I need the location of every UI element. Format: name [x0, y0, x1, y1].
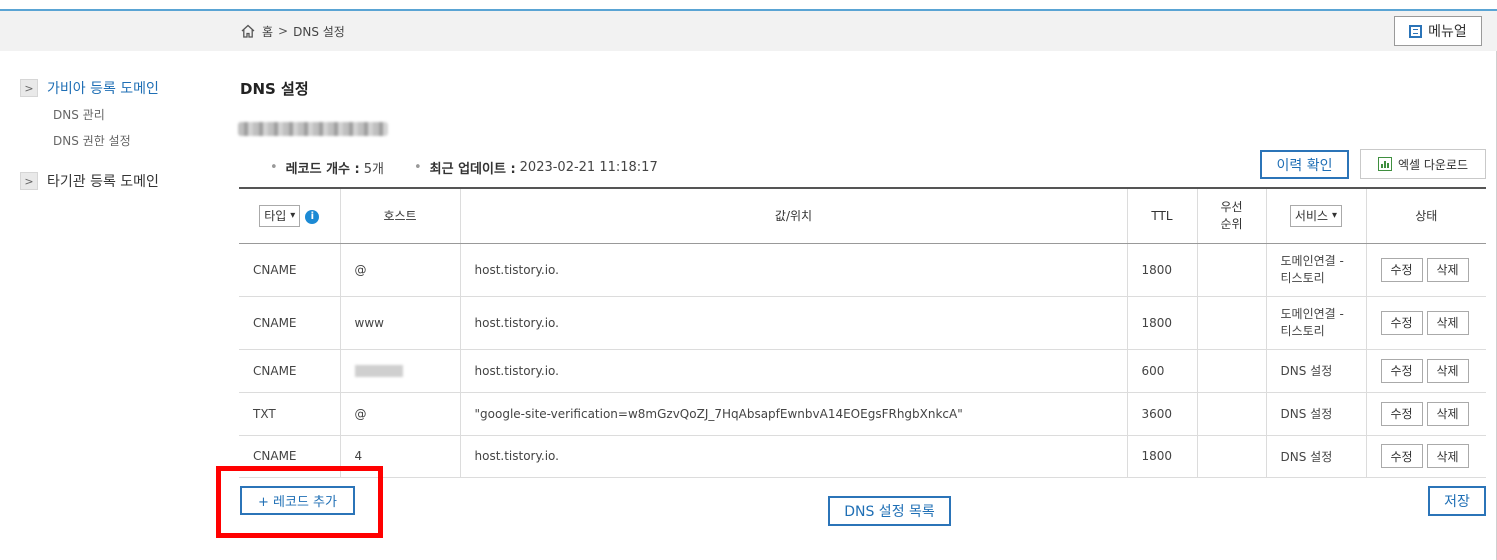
record-host: www — [340, 296, 461, 350]
record-actions: 수정 삭제 — [1366, 392, 1486, 436]
record-ttl: 1800 — [1127, 243, 1198, 297]
last-update-label: 최근 업데이트 : — [429, 162, 516, 177]
dns-records-table: 타입 ▾ i 호스트 값/위치 TTL 우선 순위 서비스 ▾ 상태 CNAME @ h… — [239, 187, 1486, 478]
delete-button[interactable]: 삭제 — [1426, 444, 1469, 468]
record-host: @ — [340, 392, 461, 436]
table-row: CNAME @ host.tistory.io. 1800 도메인연결 - 티스토… — [239, 243, 1486, 297]
record-count-value: 5개 — [363, 162, 384, 177]
breadcrumb-separator: > — [278, 24, 289, 38]
record-value: "google-site-verification=w8mGzvQoZJ_7Hq… — [460, 392, 1128, 436]
sidebar-item-gabia-domain[interactable]: > 가비아 등록 도메인 — [20, 78, 210, 98]
edit-button[interactable]: 수정 — [1380, 310, 1423, 335]
table-row: TXT @ "google-site-verification=w8mGzvQo… — [239, 392, 1486, 436]
sidebar-item-label: 타기관 등록 도메인 — [47, 174, 159, 190]
record-service: 도메인연결 - 티스토리 — [1266, 243, 1367, 297]
delete-button[interactable]: 삭제 — [1426, 358, 1469, 383]
record-summary: • 레코드 개수 : 5개 • 최근 업데이트 : 2023-02-21 11:… — [270, 158, 658, 177]
record-value: host.tistory.io. — [460, 349, 1128, 393]
record-type: CNAME — [239, 296, 341, 350]
sidebar-item-other-domain[interactable]: > 타기관 등록 도메인 — [20, 171, 210, 191]
record-actions: 수정 삭제 — [1366, 349, 1486, 393]
record-actions: 수정 삭제 — [1366, 435, 1486, 478]
sidebar: > 가비아 등록 도메인 DNS 관리 DNS 권한 설정 > 타기관 등록 도… — [20, 78, 210, 191]
record-type: CNAME — [239, 349, 341, 393]
edit-button[interactable]: 수정 — [1380, 401, 1423, 426]
record-actions: 수정 삭제 — [1366, 296, 1486, 350]
service-select[interactable]: 서비스 ▾ — [1289, 204, 1343, 227]
host-header: 호스트 — [340, 188, 461, 244]
record-value: host.tistory.io. — [460, 435, 1128, 478]
last-update-value: 2023-02-21 11:18:17 — [519, 160, 658, 175]
page-title: DNS 설정 — [240, 80, 309, 98]
save-button[interactable]: 저장 — [1428, 486, 1486, 516]
type-select[interactable]: 타입 ▾ — [259, 204, 301, 227]
delete-button[interactable]: 삭제 — [1426, 401, 1469, 426]
type-header: 타입 ▾ i — [239, 188, 341, 244]
info-icon[interactable]: i — [305, 209, 320, 224]
edit-button[interactable]: 수정 — [1380, 257, 1423, 282]
history-button[interactable]: 이력 확인 — [1260, 150, 1349, 179]
manual-icon — [1409, 24, 1423, 38]
chevron-right-icon: > — [20, 172, 38, 190]
table-row: CNAME www host.tistory.io. 1800 도메인연결 -티… — [239, 296, 1486, 350]
sidebar-subitem-dns-permission[interactable]: DNS 권한 설정 — [53, 132, 210, 149]
bullet: • — [270, 160, 278, 175]
record-service: DNS 설정 — [1266, 435, 1367, 478]
record-ttl: 600 — [1127, 349, 1198, 393]
record-ttl: 1800 — [1127, 435, 1198, 478]
record-priority — [1197, 435, 1267, 478]
value-header: 값/위치 — [460, 188, 1128, 244]
sidebar-item-label: 가비아 등록 도메인 — [47, 81, 159, 97]
excel-download-button[interactable]: 엑셀 다운로드 — [1360, 149, 1486, 179]
chevron-right-icon: > — [20, 79, 38, 97]
chevron-down-icon: ▾ — [290, 210, 296, 222]
table-row: CNAME host.tistory.io. 600 DNS 설정 수정 삭제 — [239, 349, 1486, 393]
delete-button[interactable]: 삭제 — [1426, 310, 1469, 335]
service-header: 서비스 ▾ — [1266, 188, 1367, 244]
manual-label: 메뉴얼 — [1428, 24, 1467, 40]
edit-button[interactable]: 수정 — [1380, 358, 1423, 383]
breadcrumb-current: DNS 설정 — [293, 24, 345, 39]
table-row: CNAME 4 host.tistory.io. 1800 DNS 설정 수정 삭… — [239, 435, 1486, 478]
domain-name-redacted — [238, 122, 388, 136]
record-host — [340, 349, 461, 393]
record-type: CNAME — [239, 243, 341, 297]
ttl-header: TTL — [1127, 188, 1198, 244]
record-priority — [1197, 392, 1267, 436]
manual-button[interactable]: 메뉴얼 — [1394, 16, 1482, 46]
record-count-label: 레코드 개수 : — [285, 162, 360, 177]
record-priority — [1197, 349, 1267, 393]
table-header-row: 타입 ▾ i 호스트 값/위치 TTL 우선 순위 서비스 ▾ 상태 — [239, 188, 1486, 244]
record-type: TXT — [239, 392, 341, 436]
edit-button[interactable]: 수정 — [1380, 444, 1423, 468]
status-header: 상태 — [1366, 188, 1486, 244]
record-service: DNS 설정 — [1266, 349, 1367, 393]
record-service: 도메인연결 - 티스토리 — [1266, 296, 1367, 350]
dns-list-button[interactable]: DNS 설정 목록 — [828, 496, 951, 526]
chevron-down-icon: ▾ — [1332, 210, 1338, 222]
record-value: host.tistory.io. — [460, 243, 1128, 297]
priority-header: 우선 순위 — [1197, 188, 1267, 244]
bullet: • — [413, 160, 422, 175]
record-actions: 수정 삭제 — [1366, 243, 1486, 297]
record-ttl: 1800 — [1127, 296, 1198, 350]
record-value: host.tistory.io. — [460, 296, 1128, 350]
top-bar — [0, 11, 1497, 51]
highlight-box — [216, 466, 383, 538]
record-ttl: 3600 — [1127, 392, 1198, 436]
home-icon[interactable] — [240, 23, 256, 39]
record-service: DNS 설정 — [1266, 392, 1367, 436]
delete-button[interactable]: 삭제 — [1426, 257, 1469, 282]
breadcrumb-home[interactable]: 홈 — [262, 23, 273, 40]
host-redacted — [354, 365, 403, 377]
excel-download-label: 엑셀 다운로드 — [1397, 157, 1469, 172]
sidebar-subitem-dns-manage[interactable]: DNS 관리 — [53, 106, 210, 123]
record-priority — [1197, 243, 1267, 297]
record-priority — [1197, 296, 1267, 350]
breadcrumb: 홈 > DNS 설정 — [240, 11, 345, 51]
record-host: @ — [340, 243, 461, 297]
chart-icon — [1377, 157, 1392, 171]
